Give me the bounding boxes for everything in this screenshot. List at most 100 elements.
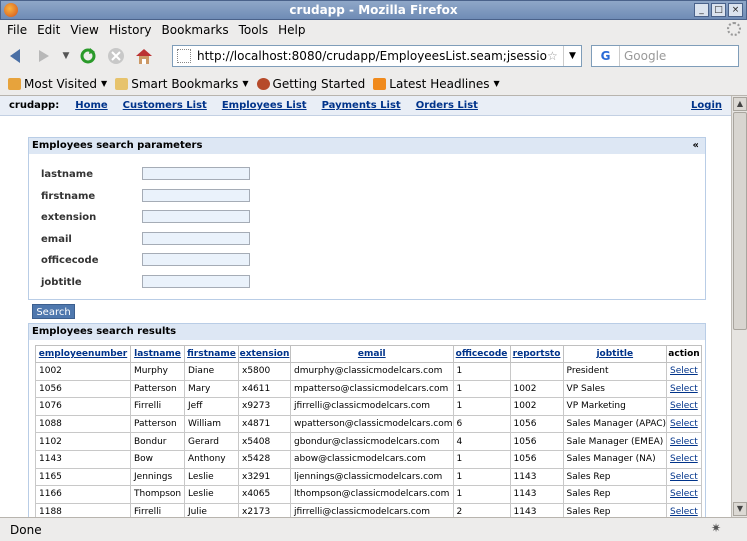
cell-officecode: 1 <box>452 397 511 416</box>
select-link[interactable]: Select <box>666 379 702 399</box>
vertical-scrollbar[interactable]: ▲ ▼ <box>731 96 747 517</box>
cell-jobtitle: Sale Manager (EMEA) <box>562 432 668 451</box>
cell-employeenumber: 1076 <box>35 397 131 416</box>
cell-email: gbondur@classicmodelcars.com <box>290 432 454 451</box>
cell-extension: x5408 <box>238 432 291 451</box>
select-link[interactable]: Select <box>666 362 702 381</box>
col-extension[interactable]: extension <box>238 345 291 363</box>
email-input[interactable] <box>142 232 250 245</box>
col-officecode[interactable]: officecode <box>452 345 511 363</box>
table-row: 1102 Bondur Gerard x5408 gbondur@classicmode… <box>35 432 702 451</box>
cell-email: abow@classicmodelcars.com <box>290 449 454 469</box>
menu-bookmarks[interactable]: Bookmarks <box>157 23 234 37</box>
menu-view[interactable]: View <box>65 23 103 37</box>
table-row: 1166 Thompson Leslie x4065 lthompson@classic… <box>35 485 702 504</box>
nav-customers-list[interactable]: Customers List <box>123 100 207 111</box>
nav-employees-list[interactable]: Employees List <box>222 100 307 111</box>
collapse-button[interactable]: « <box>693 138 699 154</box>
select-link[interactable]: Select <box>666 449 702 469</box>
back-button[interactable] <box>4 44 28 68</box>
select-link[interactable]: Select <box>666 502 702 517</box>
lastname-input[interactable] <box>142 167 250 180</box>
forward-button[interactable] <box>32 44 56 68</box>
bookmark-most-visited[interactable]: Most Visited ▼ <box>8 77 107 91</box>
table-row: 1188 Firrelli Julie x2173 jfirrelli@classicm… <box>35 502 702 517</box>
history-dropdown-button[interactable]: ▼ <box>60 44 72 68</box>
search-button[interactable]: Search <box>32 304 75 319</box>
table-row: 1165 Jennings Leslie x3291 ljennings@classic… <box>35 467 702 487</box>
back-arrow-icon <box>10 48 20 63</box>
cell-reportsto: 1056 <box>509 414 564 434</box>
col-email[interactable]: email <box>290 345 454 363</box>
select-link[interactable]: Select <box>666 432 702 451</box>
url-bar[interactable]: http://localhost:8080/crudapp/EmployeesL… <box>172 45 582 67</box>
cell-email: lthompson@classicmodelcars.com <box>290 485 454 504</box>
select-link[interactable]: Select <box>666 414 702 434</box>
close-button[interactable]: × <box>728 3 743 17</box>
col-lastname[interactable]: lastname <box>130 345 185 363</box>
bookmark-smart-bookmarks[interactable]: Smart Bookmarks ▼ <box>115 77 249 91</box>
home-icon <box>136 48 152 64</box>
firstname-input[interactable] <box>142 189 250 202</box>
menu-edit[interactable]: Edit <box>32 23 65 37</box>
cell-lastname: Bondur <box>130 432 185 451</box>
results-table: employeenumber lastname firstname extens… <box>35 345 702 517</box>
nav-orders-list[interactable]: Orders List <box>416 100 478 111</box>
cell-jobtitle: Sales Rep <box>562 485 668 504</box>
stop-button[interactable] <box>104 44 128 68</box>
menu-tools[interactable]: Tools <box>234 23 274 37</box>
nav-home[interactable]: Home <box>75 100 107 111</box>
minimize-button[interactable]: _ <box>694 3 709 17</box>
jobtitle-input[interactable] <box>142 275 250 288</box>
google-engine-icon[interactable]: G <box>592 46 620 66</box>
bookmark-latest-headlines[interactable]: Latest Headlines ▼ <box>373 77 500 91</box>
cell-jobtitle: VP Marketing <box>562 397 668 416</box>
addon-status-icon[interactable]: ✷ <box>711 521 727 537</box>
bookmark-star-icon[interactable]: ☆ <box>547 49 563 63</box>
cell-reportsto: 1056 <box>509 432 564 451</box>
col-firstname[interactable]: firstname <box>184 345 239 363</box>
select-link[interactable]: Select <box>666 467 702 487</box>
cell-officecode: 6 <box>452 414 511 434</box>
cell-firstname: Anthony <box>184 449 239 469</box>
menu-help[interactable]: Help <box>273 23 310 37</box>
select-link[interactable]: Select <box>666 397 702 416</box>
search-params-header: Employees search parameters « <box>29 138 705 154</box>
col-jobtitle[interactable]: jobtitle <box>562 345 668 363</box>
search-form: lastname firstname extension email offic… <box>29 154 705 299</box>
col-employeenumber[interactable]: employeenumber <box>35 345 131 363</box>
table-row: 1088 Patterson William x4871 wpatterson@clas… <box>35 414 702 434</box>
bookmark-getting-started[interactable]: Getting Started <box>256 77 365 91</box>
url-text[interactable]: http://localhost:8080/crudapp/EmployeesL… <box>197 49 547 63</box>
menu-file[interactable]: File <box>2 23 32 37</box>
extension-input[interactable] <box>142 210 250 223</box>
nav-login[interactable]: Login <box>691 100 722 111</box>
search-bar[interactable]: G Google <box>591 45 739 67</box>
cell-lastname: Bow <box>130 449 185 469</box>
cell-lastname: Jennings <box>130 467 185 487</box>
select-link[interactable]: Select <box>666 485 702 504</box>
col-reportsto[interactable]: reportsto <box>509 345 564 363</box>
home-button[interactable] <box>132 44 156 68</box>
col-action: action <box>666 345 702 363</box>
cell-extension: x4065 <box>238 485 291 504</box>
cell-employeenumber: 1188 <box>35 502 131 517</box>
reload-button[interactable] <box>76 44 100 68</box>
scroll-down-button[interactable]: ▼ <box>733 502 747 516</box>
window-titlebar: crudapp - Mozilla Firefox _ □ × <box>0 0 747 20</box>
table-row: 1143 Bow Anthony x5428 abow@classicmodelcars… <box>35 449 702 469</box>
bookmarks-toolbar: Most Visited ▼ Smart Bookmarks ▼ Getting S… <box>0 72 747 96</box>
cell-firstname: Jeff <box>184 397 239 416</box>
search-placeholder[interactable]: Google <box>620 49 666 63</box>
scroll-up-button[interactable]: ▲ <box>733 97 747 111</box>
url-dropdown-button[interactable]: ▼ <box>563 46 581 66</box>
officecode-input[interactable] <box>142 253 250 266</box>
nav-payments-list[interactable]: Payments List <box>322 100 401 111</box>
menu-history[interactable]: History <box>104 23 157 37</box>
app-nav: crudapp: Home Customers List Employees L… <box>0 96 731 116</box>
scroll-thumb[interactable] <box>733 112 747 330</box>
cell-reportsto: 1143 <box>509 502 564 517</box>
stop-icon <box>108 47 124 64</box>
maximize-button[interactable]: □ <box>711 3 726 17</box>
forward-arrow-icon <box>39 49 49 62</box>
